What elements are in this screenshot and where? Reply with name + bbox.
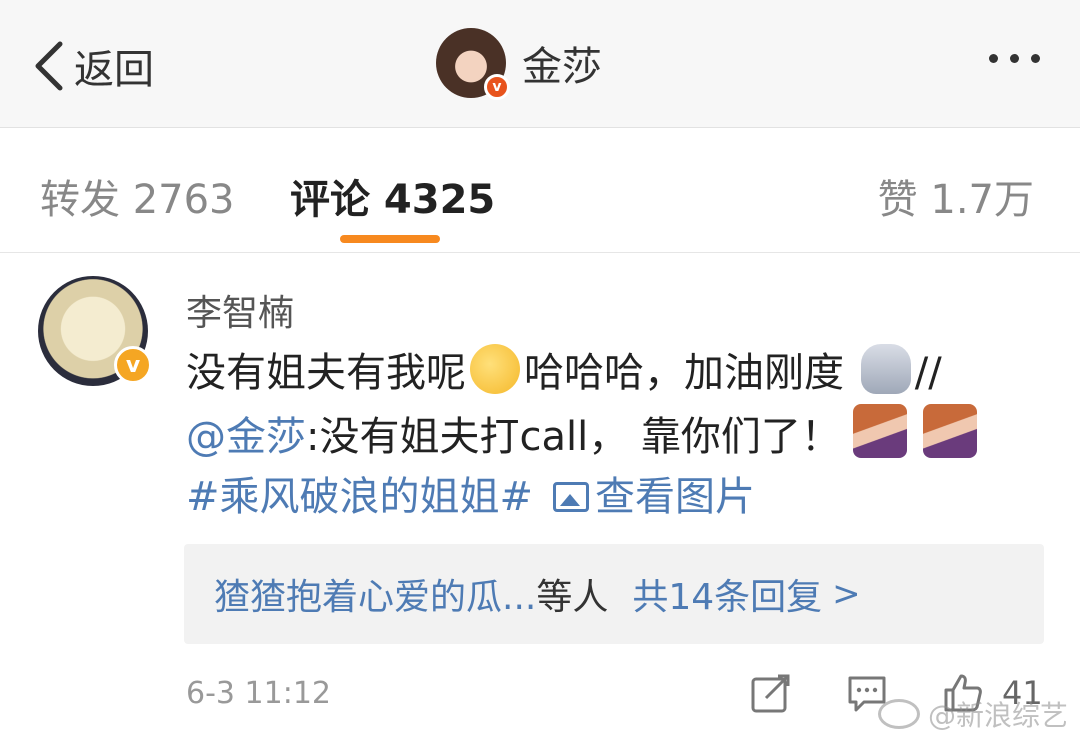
ultraman-emoji-icon xyxy=(860,344,911,394)
reply-users-suffix: 等人 xyxy=(536,577,609,618)
page-title: 金莎 xyxy=(522,44,602,90)
profile-header[interactable]: v 金莎 xyxy=(436,28,602,100)
back-button[interactable]: 返回 xyxy=(30,36,154,96)
comment-text: 哈哈哈，加油刚度 xyxy=(524,350,844,396)
chevron-left-icon xyxy=(35,41,63,91)
image-icon xyxy=(553,482,590,512)
avatar[interactable]: v xyxy=(436,28,510,100)
tab-reposts[interactable]: 转发 2763 xyxy=(40,167,235,225)
reply-users[interactable]: 猹猹抱着心爱的瓜... xyxy=(214,568,536,620)
reply-count[interactable]: 共14条回复 xyxy=(632,568,822,620)
verified-badge-icon: v xyxy=(114,346,152,384)
commenter-name[interactable]: 李智楠 xyxy=(186,284,294,336)
comment-line: @金莎:没有姐夫打call， 靠你们了！ xyxy=(186,404,1046,466)
more-dots-icon xyxy=(989,54,998,63)
tab-bar: 转发 2763 评论 4325 赞 1.7万 xyxy=(0,129,1080,253)
share-icon[interactable] xyxy=(750,672,792,714)
more-button[interactable] xyxy=(989,54,1040,63)
comment-body: 没有姐夫有我呢 哈哈哈，加油刚度 // @金莎:没有姐夫打call， 靠你们了！ … xyxy=(186,342,1046,528)
hashtag-link[interactable]: #乘风破浪的姐姐# xyxy=(186,474,533,520)
active-tab-indicator xyxy=(340,235,440,243)
commenter-avatar[interactable]: v xyxy=(38,276,152,386)
repost-separator: // xyxy=(914,350,942,396)
back-label: 返回 xyxy=(74,47,154,93)
comment-line: #乘风破浪的姐姐# 查看图片 xyxy=(186,466,1046,528)
more-dots-icon xyxy=(1031,54,1040,63)
view-image-link[interactable]: 查看图片 xyxy=(595,474,755,520)
verified-badge-icon: v xyxy=(484,74,510,100)
chevron-right-icon: > xyxy=(832,574,861,614)
top-nav-bar: 返回 v 金莎 xyxy=(0,0,1080,128)
comment-line: 没有姐夫有我呢 哈哈哈，加油刚度 // xyxy=(186,342,1046,404)
comment-text: 没有姐夫有我呢 xyxy=(186,350,466,396)
replies-preview[interactable]: 猹猹抱着心爱的瓜... 等人 共14条回复 > xyxy=(184,544,1044,644)
shush-emoji-icon xyxy=(470,344,520,394)
watermark-text: @新浪综艺 xyxy=(927,699,1068,732)
comment-text: :没有姐夫打call， 靠你们了！ xyxy=(306,414,841,460)
weibo-logo-icon xyxy=(877,699,920,729)
tab-likes[interactable]: 赞 1.7万 xyxy=(878,167,1034,225)
tab-comments[interactable]: 评论 4325 xyxy=(290,167,495,225)
anna-emoji-icon xyxy=(922,404,977,458)
watermark: @新浪综艺 xyxy=(877,694,1068,734)
mention-link[interactable]: @金莎 xyxy=(186,414,306,460)
anna-emoji-icon xyxy=(852,404,907,458)
more-dots-icon xyxy=(1010,54,1019,63)
comment-timestamp: 6-3 11:12 xyxy=(186,676,331,711)
